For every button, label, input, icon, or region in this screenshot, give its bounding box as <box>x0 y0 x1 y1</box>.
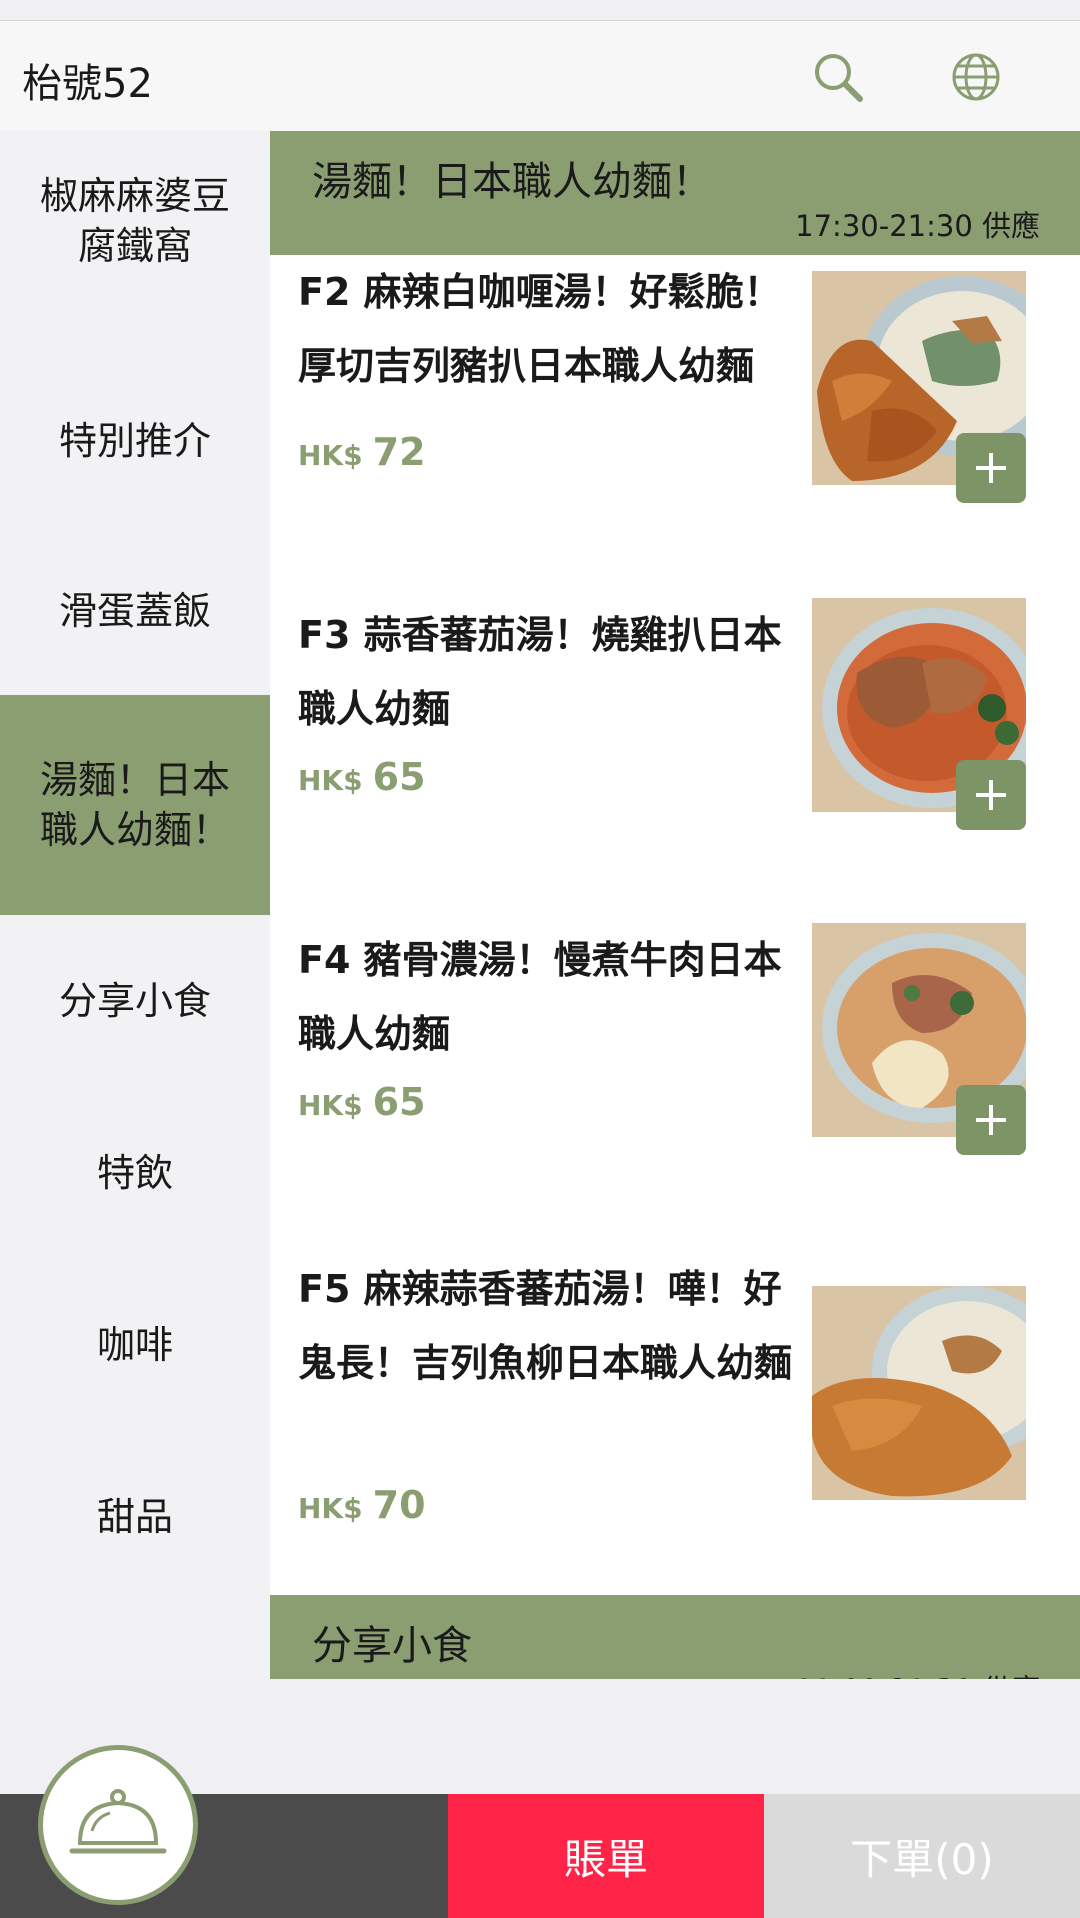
price-value: 65 <box>372 1080 426 1124</box>
item-name: F3 蒜香蕃茄湯！燒雞扒日本職人幼麵 <box>298 613 782 731</box>
section-header: 分享小食 11:00-21:30 供應 <box>270 1595 1080 1679</box>
item-price: HK$ 72 <box>298 430 426 474</box>
cloche-icon <box>69 1789 167 1854</box>
add-to-cart-button[interactable] <box>956 433 1026 503</box>
place-order-button[interactable]: 下單(0) <box>764 1794 1080 1918</box>
item-name: F4 豬骨濃湯！慢煮牛肉日本職人幼麵 <box>298 938 782 1056</box>
section-header: 湯麵！日本職人幼麵！ 17:30-21:30 供應 <box>270 131 1080 255</box>
sidebar-item-coffee[interactable]: 咖啡 <box>0 1285 270 1405</box>
plus-icon <box>976 453 1006 483</box>
price-currency: HK$ <box>298 1492 363 1525</box>
plus-icon <box>976 1105 1006 1135</box>
food-photo-fish-fillet-noodles <box>812 1286 1026 1500</box>
sidebar-item-special[interactable]: 特別推介 <box>0 381 270 501</box>
menu-item[interactable]: F4 豬骨濃湯！慢煮牛肉日本職人幼麵 HK$ 65 <box>270 905 1080 1232</box>
menu-item[interactable]: F3 蒜香蕃茄湯！燒雞扒日本職人幼麵 HK$ 65 <box>270 580 1080 907</box>
menu-item[interactable]: F5 麻辣蒜香蕃茄湯！嘩！好鬼長！吉列魚柳日本職人幼麵 HK$ 70 <box>270 1230 1080 1679</box>
sidebar-item-noodles[interactable]: 湯麵！日本職人幼麵！ <box>0 695 270 915</box>
sidebar-item-drinks[interactable]: 特飲 <box>0 1113 270 1233</box>
sidebar-item-dessert[interactable]: 甜品 <box>0 1457 270 1577</box>
add-to-cart-button[interactable] <box>956 1085 1026 1155</box>
plus-icon <box>976 780 1006 810</box>
language-button[interactable] <box>944 45 1008 109</box>
sidebar-item-egg-rice[interactable]: 滑蛋蓋飯 <box>0 551 270 671</box>
add-to-cart-button[interactable] <box>956 760 1026 830</box>
price-currency: HK$ <box>298 764 363 797</box>
search-icon <box>815 54 863 102</box>
price-currency: HK$ <box>298 1089 363 1122</box>
globe-icon <box>952 53 1000 101</box>
item-price: HK$ 65 <box>298 755 426 799</box>
section-title: 湯麵！日本職人幼麵！ <box>312 159 712 205</box>
bill-button[interactable]: 賬單 <box>448 1794 764 1918</box>
section-title: 分享小食 <box>312 1623 472 1669</box>
price-value: 72 <box>372 430 426 474</box>
category-sidebar: 椒麻麻婆豆腐鐵窩 特別推介 滑蛋蓋飯 湯麵！日本職人幼麵！ 分享小食 特飲 咖啡… <box>0 131 270 1679</box>
item-price: HK$ 70 <box>298 1483 426 1527</box>
search-button[interactable] <box>806 45 870 109</box>
item-name: F5 麻辣蒜香蕃茄湯！嘩！好鬼長！吉列魚柳日本職人幼麵 <box>298 1267 793 1385</box>
section-hours: 11:00-21:30 供應 <box>795 1667 1040 1679</box>
price-currency: HK$ <box>298 439 363 472</box>
sidebar-item-snacks[interactable]: 分享小食 <box>0 941 270 1061</box>
menu-list: 湯麵！日本職人幼麵！ 17:30-21:30 供應 F2 麻辣白咖喱湯！好鬆脆！… <box>270 131 1080 1679</box>
top-bar: 枱號52 <box>0 21 1080 131</box>
food-photo[interactable] <box>812 1286 1026 1500</box>
table-number: 枱號52 <box>22 61 153 107</box>
menu-item[interactable]: F2 麻辣白咖喱湯！好鬆脆！厚切吉列豬扒日本職人幼麵 HK$ 72 <box>270 255 1080 582</box>
item-name: F2 麻辣白咖喱湯！好鬆脆！厚切吉列豬扒日本職人幼麵 <box>298 270 782 388</box>
item-price: HK$ 65 <box>298 1080 426 1124</box>
sidebar-item-mapo-tofu[interactable]: 椒麻麻婆豆腐鐵窩 <box>0 161 270 281</box>
section-hours: 17:30-21:30 供應 <box>795 209 1040 243</box>
menu-button[interactable] <box>38 1745 198 1905</box>
status-bar <box>0 0 1080 21</box>
price-value: 65 <box>372 755 426 799</box>
price-value: 70 <box>372 1483 426 1527</box>
